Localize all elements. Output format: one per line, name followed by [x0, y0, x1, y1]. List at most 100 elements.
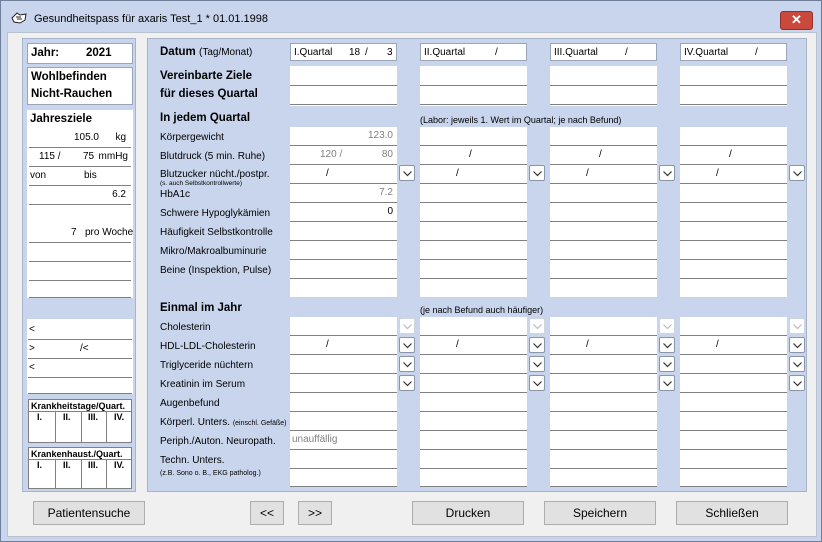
field-beine[interactable]: [290, 260, 397, 279]
cholesterin-dropdown[interactable]: [659, 318, 675, 334]
beine-goal[interactable]: [29, 262, 131, 281]
drucken-button[interactable]: Drucken: [412, 501, 524, 525]
field-beine[interactable]: [680, 260, 787, 279]
schliessen-button[interactable]: Schließen: [676, 501, 788, 525]
field-hypo[interactable]: [680, 203, 787, 222]
blutzucker-dropdown[interactable]: [399, 165, 415, 181]
quarter-goal-2[interactable]: [680, 86, 787, 105]
blutzucker-goal[interactable]: von bis: [29, 167, 131, 186]
quarter-goal-1[interactable]: [550, 66, 657, 86]
field-gewicht[interactable]: [420, 127, 527, 146]
field-blutzucker[interactable]: /: [680, 165, 787, 184]
field-blutdruck[interactable]: /: [420, 146, 527, 165]
quarter-date-field[interactable]: III.Quartal /: [550, 43, 657, 61]
field-kreatinin[interactable]: [290, 374, 397, 393]
field-extra[interactable]: [550, 469, 657, 487]
field-koerperl[interactable]: [420, 412, 527, 431]
field-periph[interactable]: unauffällig: [290, 431, 397, 450]
field-augen[interactable]: [680, 393, 787, 412]
field-techn[interactable]: [680, 450, 787, 469]
field-cholesterin[interactable]: [680, 317, 787, 336]
field-haeufigkeit[interactable]: [290, 222, 397, 241]
field-augen[interactable]: [290, 393, 397, 412]
field-trig[interactable]: [550, 355, 657, 374]
trig-dropdown[interactable]: [399, 356, 415, 372]
cholesterin-goal[interactable]: <: [28, 321, 132, 340]
kreatinin-dropdown[interactable]: [659, 375, 675, 391]
field-beine[interactable]: [420, 260, 527, 279]
quarter-goal-1[interactable]: [290, 66, 397, 86]
field-hdl[interactable]: /: [290, 336, 397, 355]
field-hba1c[interactable]: [550, 184, 657, 203]
hdl-dropdown[interactable]: [789, 337, 805, 353]
cholesterin-dropdown[interactable]: [399, 318, 415, 334]
next-button[interactable]: >>: [298, 501, 332, 525]
field-techn[interactable]: [420, 450, 527, 469]
patientensuche-button[interactable]: Patientensuche: [33, 501, 145, 525]
field-kreatinin[interactable]: [680, 374, 787, 393]
previous-button[interactable]: <<: [250, 501, 284, 525]
field-blutdruck[interactable]: /: [680, 146, 787, 165]
jahr-value[interactable]: 2021: [86, 47, 112, 59]
field-techn[interactable]: [550, 450, 657, 469]
quarter-date-field[interactable]: IV.Quartal /: [680, 43, 787, 61]
selbstkontrolle-goal[interactable]: 7 pro Woche: [29, 224, 133, 243]
field-hdl[interactable]: /: [550, 336, 657, 355]
quarter-goal-1[interactable]: [420, 66, 527, 86]
kreatinin-goal[interactable]: [28, 378, 132, 394]
field-hdl[interactable]: /: [680, 336, 787, 355]
field-extra[interactable]: [290, 469, 397, 487]
field-beine[interactable]: [550, 260, 657, 279]
field-blutdruck[interactable]: /: [550, 146, 657, 165]
hdl-goal[interactable]: > /<: [28, 340, 132, 359]
field-trig[interactable]: [680, 355, 787, 374]
trig-dropdown[interactable]: [789, 356, 805, 372]
speichern-button[interactable]: Speichern: [544, 501, 656, 525]
blutzucker-dropdown[interactable]: [789, 165, 805, 181]
field-mikro[interactable]: [550, 241, 657, 260]
kreatinin-dropdown[interactable]: [789, 375, 805, 391]
field-blutdruck[interactable]: 120 / 80: [290, 146, 397, 165]
field-hba1c[interactable]: [420, 184, 527, 203]
hdl-dropdown[interactable]: [399, 337, 415, 353]
field-blutzucker[interactable]: /: [550, 165, 657, 184]
field-mikro[interactable]: [420, 241, 527, 260]
field-gewicht[interactable]: 123.0: [290, 127, 397, 146]
field-blutzucker[interactable]: /: [290, 165, 397, 184]
field-kreatinin[interactable]: [550, 374, 657, 393]
quarter-goal-2[interactable]: [290, 86, 397, 105]
field-mikro[interactable]: [680, 241, 787, 260]
extra-goal[interactable]: [29, 281, 131, 298]
trig-dropdown[interactable]: [659, 356, 675, 372]
field-hypo[interactable]: [420, 203, 527, 222]
close-button[interactable]: ✕: [780, 11, 813, 30]
field-trig[interactable]: [420, 355, 527, 374]
field-cholesterin[interactable]: [550, 317, 657, 336]
kreatinin-dropdown[interactable]: [399, 375, 415, 391]
field-cholesterin[interactable]: [420, 317, 527, 336]
field-blutzucker[interactable]: /: [420, 165, 527, 184]
field-hypo[interactable]: 0: [290, 203, 397, 222]
trig-dropdown[interactable]: [529, 356, 545, 372]
field-augen[interactable]: [420, 393, 527, 412]
field-periph[interactable]: [680, 431, 787, 450]
field-koerperl[interactable]: [550, 412, 657, 431]
field-hdl[interactable]: /: [420, 336, 527, 355]
field-mikro[interactable]: [290, 241, 397, 260]
field-techn[interactable]: [290, 450, 397, 469]
blutzucker-dropdown[interactable]: [529, 165, 545, 181]
cholesterin-dropdown[interactable]: [789, 318, 805, 334]
field-koerperl[interactable]: [290, 412, 397, 431]
field-periph[interactable]: [420, 431, 527, 450]
cholesterin-dropdown[interactable]: [529, 318, 545, 334]
field-koerperl[interactable]: [680, 412, 787, 431]
field-gewicht[interactable]: [550, 127, 657, 146]
quarter-goal-1[interactable]: [680, 66, 787, 86]
blutdruck-goal[interactable]: 115 / 75 mmHg: [29, 148, 131, 167]
field-hba1c[interactable]: [680, 184, 787, 203]
quarter-date-field[interactable]: II.Quartal /: [420, 43, 527, 61]
quarter-goal-2[interactable]: [420, 86, 527, 105]
hdl-dropdown[interactable]: [529, 337, 545, 353]
gewicht-goal[interactable]: 105.0 kg: [29, 129, 131, 148]
blutzucker-dropdown[interactable]: [659, 165, 675, 181]
